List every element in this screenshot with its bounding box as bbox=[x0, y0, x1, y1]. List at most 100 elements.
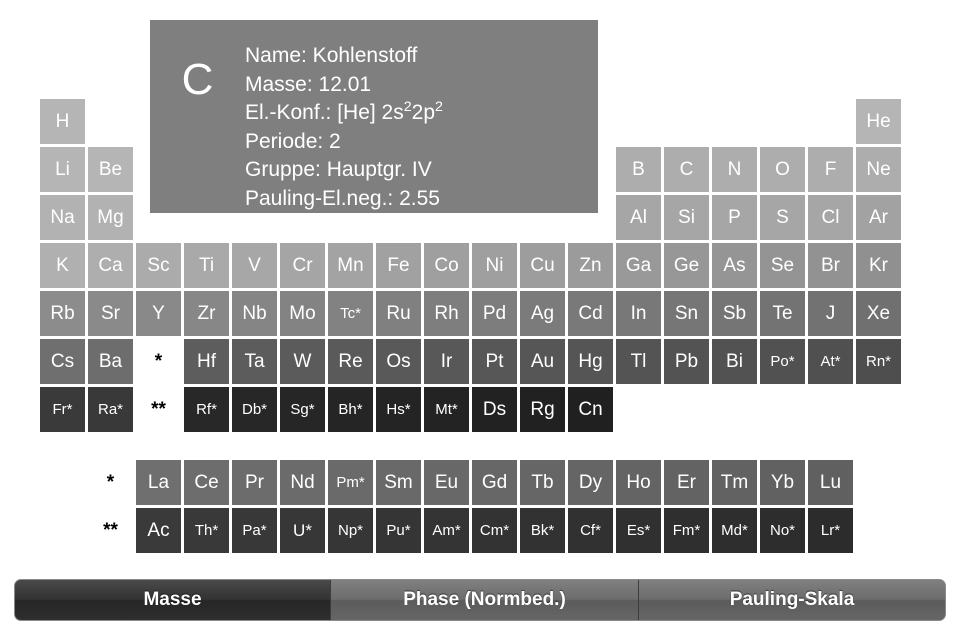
element-cell-ag[interactable]: Ag bbox=[520, 291, 565, 336]
element-cell-ru[interactable]: Ru bbox=[376, 291, 421, 336]
element-cell-bi[interactable]: Bi bbox=[712, 339, 757, 384]
element-cell-mg[interactable]: Mg bbox=[88, 195, 133, 240]
element-cell-as[interactable]: As bbox=[712, 243, 757, 288]
segment-phasenormbed[interactable]: Phase (Normbed.) bbox=[331, 580, 639, 620]
element-cell-nd[interactable]: Nd bbox=[280, 460, 325, 505]
element-cell-rg[interactable]: Rg bbox=[520, 387, 565, 432]
element-cell-s[interactable]: S bbox=[760, 195, 805, 240]
segment-masse[interactable]: Masse bbox=[15, 580, 331, 620]
element-cell-pt[interactable]: Pt bbox=[472, 339, 517, 384]
element-cell-fm[interactable]: Fm* bbox=[664, 508, 709, 553]
element-cell-eu[interactable]: Eu bbox=[424, 460, 469, 505]
element-cell-tb[interactable]: Tb bbox=[520, 460, 565, 505]
element-cell-gd[interactable]: Gd bbox=[472, 460, 517, 505]
element-cell-sb[interactable]: Sb bbox=[712, 291, 757, 336]
element-cell-ir[interactable]: Ir bbox=[424, 339, 469, 384]
element-cell-sr[interactable]: Sr bbox=[88, 291, 133, 336]
element-cell-ge[interactable]: Ge bbox=[664, 243, 709, 288]
element-cell-tl[interactable]: Tl bbox=[616, 339, 661, 384]
element-cell-ac[interactable]: Ac bbox=[136, 508, 181, 553]
element-cell-mt[interactable]: Mt* bbox=[424, 387, 469, 432]
element-cell-u[interactable]: U* bbox=[280, 508, 325, 553]
element-cell-ti[interactable]: Ti bbox=[184, 243, 229, 288]
element-cell-pb[interactable]: Pb bbox=[664, 339, 709, 384]
element-cell-bk[interactable]: Bk* bbox=[520, 508, 565, 553]
element-cell-cr[interactable]: Cr bbox=[280, 243, 325, 288]
element-cell-pr[interactable]: Pr bbox=[232, 460, 277, 505]
element-cell-sg[interactable]: Sg* bbox=[280, 387, 325, 432]
element-cell-pd[interactable]: Pd bbox=[472, 291, 517, 336]
element-cell-ba[interactable]: Ba bbox=[88, 339, 133, 384]
element-cell-tm[interactable]: Tm bbox=[712, 460, 757, 505]
element-cell-bh[interactable]: Bh* bbox=[328, 387, 373, 432]
element-cell-cu[interactable]: Cu bbox=[520, 243, 565, 288]
element-cell-ta[interactable]: Ta bbox=[232, 339, 277, 384]
element-cell-si[interactable]: Si bbox=[664, 195, 709, 240]
element-cell-sc[interactable]: Sc bbox=[136, 243, 181, 288]
element-cell-ds[interactable]: Ds bbox=[472, 387, 517, 432]
element-cell-la[interactable]: La bbox=[136, 460, 181, 505]
element-cell-zr[interactable]: Zr bbox=[184, 291, 229, 336]
element-cell-pa[interactable]: Pa* bbox=[232, 508, 277, 553]
element-cell-c[interactable]: C bbox=[664, 147, 709, 192]
element-cell-al[interactable]: Al bbox=[616, 195, 661, 240]
element-cell-ca[interactable]: Ca bbox=[88, 243, 133, 288]
element-cell-y[interactable]: Y bbox=[136, 291, 181, 336]
element-cell-mn[interactable]: Mn bbox=[328, 243, 373, 288]
element-cell-h[interactable]: H bbox=[40, 99, 85, 144]
element-cell-cd[interactable]: Cd bbox=[568, 291, 613, 336]
element-cell-ce[interactable]: Ce bbox=[184, 460, 229, 505]
element-cell-rf[interactable]: Rf* bbox=[184, 387, 229, 432]
element-cell-er[interactable]: Er bbox=[664, 460, 709, 505]
element-cell-pu[interactable]: Pu* bbox=[376, 508, 421, 553]
element-cell-sm[interactable]: Sm bbox=[376, 460, 421, 505]
element-cell-o[interactable]: O bbox=[760, 147, 805, 192]
element-cell-li[interactable]: Li bbox=[40, 147, 85, 192]
element-cell-b[interactable]: B bbox=[616, 147, 661, 192]
element-cell-cf[interactable]: Cf* bbox=[568, 508, 613, 553]
element-cell-f[interactable]: F bbox=[808, 147, 853, 192]
element-cell-re[interactable]: Re bbox=[328, 339, 373, 384]
element-cell-ga[interactable]: Ga bbox=[616, 243, 661, 288]
element-cell-es[interactable]: Es* bbox=[616, 508, 661, 553]
element-cell-ho[interactable]: Ho bbox=[616, 460, 661, 505]
element-cell-xe[interactable]: Xe bbox=[856, 291, 901, 336]
element-cell-np[interactable]: Np* bbox=[328, 508, 373, 553]
element-cell-cm[interactable]: Cm* bbox=[472, 508, 517, 553]
element-cell-fe[interactable]: Fe bbox=[376, 243, 421, 288]
element-cell-k[interactable]: K bbox=[40, 243, 85, 288]
element-cell-db[interactable]: Db* bbox=[232, 387, 277, 432]
element-cell-kr[interactable]: Kr bbox=[856, 243, 901, 288]
element-cell-br[interactable]: Br bbox=[808, 243, 853, 288]
element-cell-zn[interactable]: Zn bbox=[568, 243, 613, 288]
element-cell-lr[interactable]: Lr* bbox=[808, 508, 853, 553]
element-cell-hg[interactable]: Hg bbox=[568, 339, 613, 384]
element-cell-th[interactable]: Th* bbox=[184, 508, 229, 553]
element-cell-n[interactable]: N bbox=[712, 147, 757, 192]
element-cell-hf[interactable]: Hf bbox=[184, 339, 229, 384]
element-cell-no[interactable]: No* bbox=[760, 508, 805, 553]
element-cell-yb[interactable]: Yb bbox=[760, 460, 805, 505]
element-cell-cl[interactable]: Cl bbox=[808, 195, 853, 240]
element-cell-dy[interactable]: Dy bbox=[568, 460, 613, 505]
element-cell-hs[interactable]: Hs* bbox=[376, 387, 421, 432]
element-cell-ni[interactable]: Ni bbox=[472, 243, 517, 288]
element-cell-lu[interactable]: Lu bbox=[808, 460, 853, 505]
element-cell-co[interactable]: Co bbox=[424, 243, 469, 288]
element-cell-ar[interactable]: Ar bbox=[856, 195, 901, 240]
element-cell-p[interactable]: P bbox=[712, 195, 757, 240]
element-cell-os[interactable]: Os bbox=[376, 339, 421, 384]
element-cell-pm[interactable]: Pm* bbox=[328, 460, 373, 505]
segment-paulingskala[interactable]: Pauling-Skala bbox=[639, 580, 945, 620]
element-cell-tc[interactable]: Tc* bbox=[328, 291, 373, 336]
element-cell-se[interactable]: Se bbox=[760, 243, 805, 288]
element-cell-rn[interactable]: Rn* bbox=[856, 339, 901, 384]
element-cell-mo[interactable]: Mo bbox=[280, 291, 325, 336]
element-cell-in[interactable]: In bbox=[616, 291, 661, 336]
element-cell-te[interactable]: Te bbox=[760, 291, 805, 336]
element-cell-be[interactable]: Be bbox=[88, 147, 133, 192]
element-cell-na[interactable]: Na bbox=[40, 195, 85, 240]
element-cell-he[interactable]: He bbox=[856, 99, 901, 144]
display-mode-segmented-control[interactable]: Masse Phase (Normbed.) Pauling-Skala bbox=[14, 579, 946, 621]
element-cell-j[interactable]: J bbox=[808, 291, 853, 336]
